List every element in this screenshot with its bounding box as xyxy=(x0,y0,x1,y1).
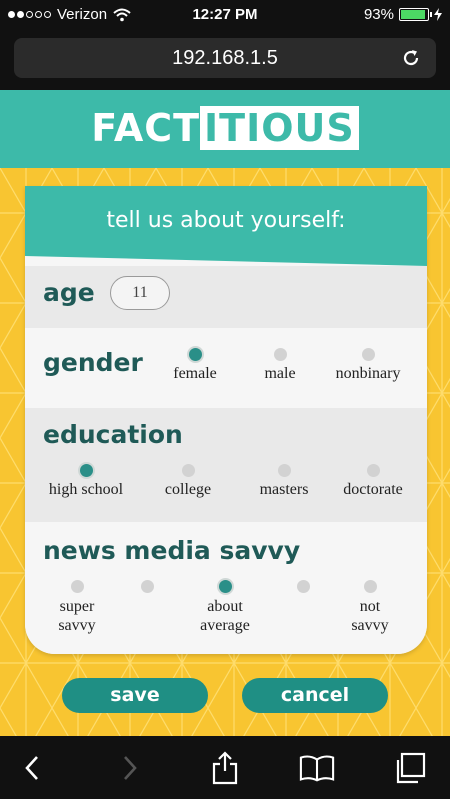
app-logo: FACT ITIOUS xyxy=(0,106,450,150)
savvy-option-2[interactable] xyxy=(132,580,162,597)
tabs-button[interactable] xyxy=(392,750,428,786)
browser-toolbar xyxy=(0,736,450,799)
battery-percent: 93% xyxy=(363,6,394,23)
age-input[interactable]: 11 xyxy=(110,276,170,310)
share-icon xyxy=(212,751,238,785)
chevron-right-icon xyxy=(124,756,137,780)
radio-button[interactable] xyxy=(361,348,375,361)
status-bar: Verizon 12:27 PM 93% xyxy=(0,0,450,30)
book-icon xyxy=(299,755,335,782)
browser-address-bar: 192.168.1.5 xyxy=(0,30,450,90)
savvy-option-about-average[interactable]: about average xyxy=(191,580,259,635)
radio-button[interactable] xyxy=(296,580,310,593)
radio-button[interactable] xyxy=(140,580,154,593)
radio-button[interactable] xyxy=(363,580,377,593)
url-field[interactable]: 192.168.1.5 xyxy=(14,38,436,78)
battery-status: 93% xyxy=(364,6,442,23)
battery-icon xyxy=(399,8,432,21)
education-option-college[interactable]: college xyxy=(156,464,220,499)
gender-option-female[interactable]: female xyxy=(165,348,225,383)
share-button[interactable] xyxy=(207,750,243,786)
url-text: 192.168.1.5 xyxy=(172,47,278,69)
savvy-label: news media savvy xyxy=(43,536,301,565)
save-button[interactable]: save xyxy=(62,678,208,713)
news-media-savvy-section: news media savvy super savvy about avera… xyxy=(25,522,427,654)
app-header: FACT ITIOUS xyxy=(0,90,450,168)
radio-button[interactable] xyxy=(366,464,380,477)
radio-button[interactable] xyxy=(188,348,202,361)
gender-option-male[interactable]: male xyxy=(250,348,310,383)
cancel-button[interactable]: cancel xyxy=(242,678,388,713)
education-label: education xyxy=(43,420,183,449)
radio-button[interactable] xyxy=(70,580,84,593)
reload-icon xyxy=(403,50,419,66)
education-section: education high school college masters do… xyxy=(25,408,427,522)
savvy-option-4[interactable] xyxy=(288,580,318,597)
education-option-high-school[interactable]: high school xyxy=(39,464,133,499)
logo-part-2: ITIOUS xyxy=(200,106,359,150)
savvy-option-super-savvy[interactable]: super savvy xyxy=(47,580,107,635)
gender-label: gender xyxy=(43,348,143,377)
radio-button[interactable] xyxy=(273,348,287,361)
age-section: age 11 xyxy=(25,266,427,328)
profile-form-card: tell us about yourself: age 11 gender fe… xyxy=(25,186,427,654)
logo-part-1: FACT xyxy=(91,106,201,150)
charging-bolt-icon xyxy=(434,8,442,21)
tabs-icon xyxy=(396,752,426,784)
chevron-left-icon xyxy=(25,756,38,780)
reload-button[interactable] xyxy=(396,38,426,78)
bookmarks-button[interactable] xyxy=(299,750,335,786)
back-button[interactable] xyxy=(14,750,50,786)
radio-button[interactable] xyxy=(181,464,195,477)
form-title: tell us about yourself: xyxy=(106,208,346,233)
gender-option-nonbinary[interactable]: nonbinary xyxy=(326,348,410,383)
radio-button[interactable] xyxy=(79,464,93,477)
radio-button[interactable] xyxy=(277,464,291,477)
forward-button[interactable] xyxy=(112,750,148,786)
gender-section: gender female male nonbinary xyxy=(25,328,427,408)
savvy-option-not-savvy[interactable]: not savvy xyxy=(345,580,395,635)
radio-button[interactable] xyxy=(218,580,232,593)
education-option-masters[interactable]: masters xyxy=(251,464,317,499)
education-option-doctorate[interactable]: doctorate xyxy=(332,464,414,499)
age-label: age xyxy=(43,278,95,307)
